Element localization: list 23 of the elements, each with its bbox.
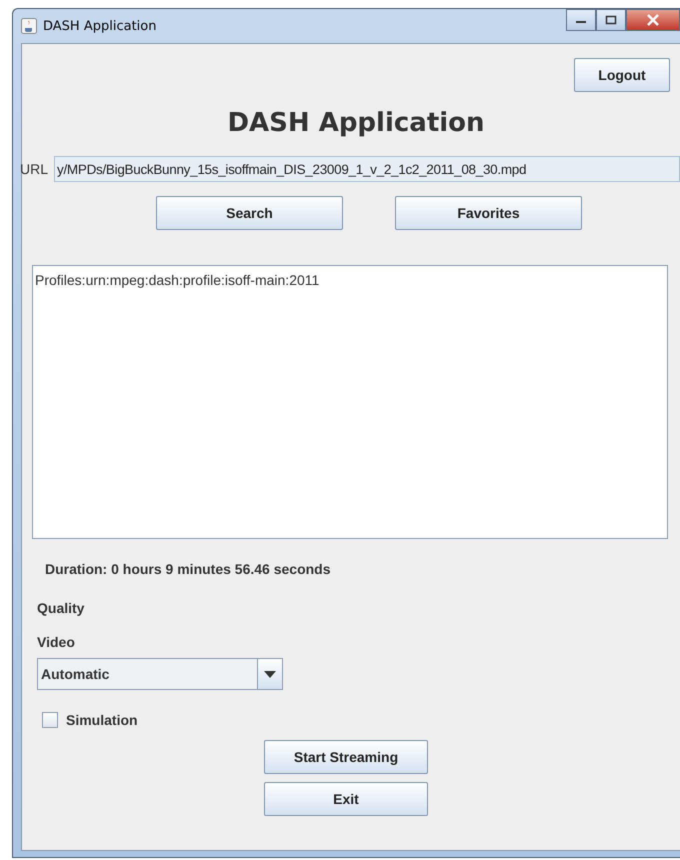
start-streaming-button[interactable]: Start Streaming	[264, 740, 428, 774]
quality-label: Quality	[37, 600, 86, 616]
minimize-button[interactable]	[566, 9, 596, 31]
logout-button[interactable]: Logout	[574, 58, 670, 92]
video-label: Video	[37, 634, 76, 650]
favorites-button[interactable]: Favorites	[395, 196, 582, 230]
video-quality-dropdown[interactable]: Automatic	[37, 658, 283, 690]
maximize-button[interactable]	[596, 9, 626, 31]
maximize-icon	[605, 15, 617, 25]
close-button[interactable]	[626, 9, 680, 31]
duration-text: Duration: 0 hours 9 minutes 56.46 seconds	[45, 561, 332, 577]
close-icon	[646, 14, 660, 26]
url-field[interactable]: y/MPDs/BigBuckBunny_15s_isoffmain_DIS_23009_1_v_2_1c2_2011_08_30.mpd	[54, 156, 680, 182]
simulation-label: Simulation	[66, 712, 138, 728]
app-heading: DASH Application	[226, 108, 486, 138]
java-cup-icon	[21, 18, 37, 34]
window-title: DASH Application	[43, 18, 156, 34]
url-label: URL	[20, 161, 48, 177]
output-text-area[interactable]: Profiles:urn:mpeg:dash:profile:isoff-main:2011	[32, 265, 668, 539]
search-button[interactable]: Search	[156, 196, 343, 230]
dropdown-arrow-icon	[264, 670, 276, 678]
simulation-checkbox[interactable]	[42, 712, 58, 728]
exit-button[interactable]: Exit	[264, 782, 428, 816]
